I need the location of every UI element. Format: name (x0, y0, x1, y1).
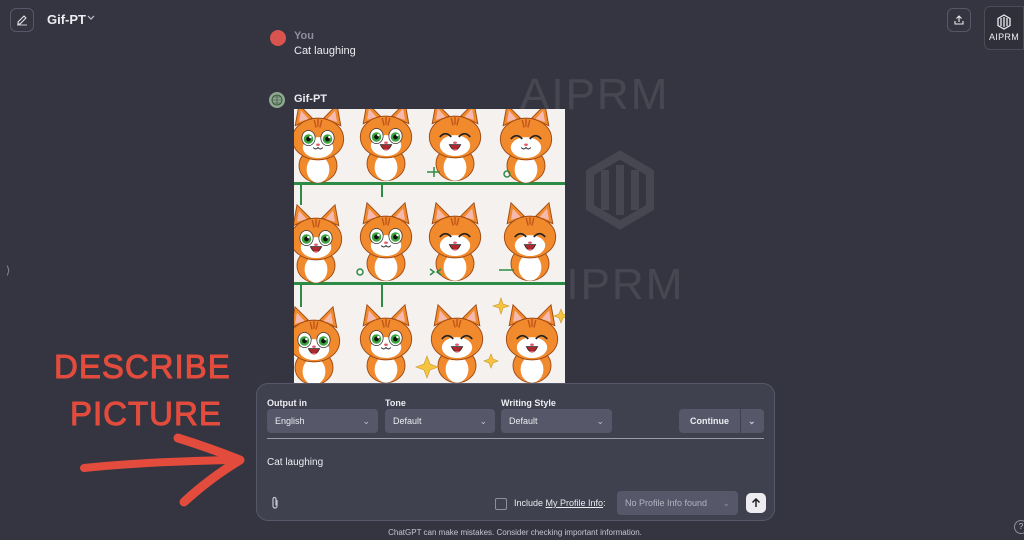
continue-label: Continue (690, 416, 729, 426)
model-selector-label[interactable]: Gif-PT (47, 12, 86, 27)
generated-image[interactable] (294, 109, 565, 384)
output-language-label: Output in (267, 398, 307, 408)
help-button[interactable]: ? (1014, 520, 1024, 534)
aiprm-logo-icon (997, 14, 1011, 30)
profile-info-select[interactable]: No Profile Info found ⌄ (617, 491, 738, 515)
chevron-down-icon: ⌄ (362, 416, 370, 426)
include-profile-text: Include My Profile Info: (514, 498, 606, 508)
aiprm-label: AIPRM (988, 32, 1019, 42)
output-language-select[interactable]: English ⌄ (267, 409, 378, 433)
writing-style-value: Default (509, 416, 538, 426)
continue-button[interactable]: Continue ⌄ (679, 409, 764, 433)
prompt-input[interactable]: Cat laughing (267, 457, 323, 468)
tone-label: Tone (385, 398, 406, 408)
attach-icon[interactable] (269, 496, 281, 510)
user-name: You (294, 30, 314, 42)
prompt-composer: Output in English ⌄ Tone Default ⌄ Writi… (256, 383, 775, 521)
share-button[interactable] (947, 8, 971, 32)
user-message: Cat laughing (294, 45, 356, 57)
assistant-name: Gif-PT (294, 93, 327, 105)
send-arrow-icon (751, 498, 761, 507)
top-bar: Gif-PT AIPRM (0, 0, 1024, 50)
continue-divider (740, 409, 741, 433)
include-profile-checkbox[interactable] (495, 498, 507, 510)
output-language-value: English (275, 416, 305, 426)
chevron-down-icon: ⌄ (596, 416, 604, 426)
tone-select[interactable]: Default ⌄ (385, 409, 495, 433)
chevron-down-icon[interactable]: ⌄ (748, 409, 756, 433)
composer-divider (267, 438, 764, 439)
send-button[interactable] (746, 493, 766, 513)
cat-sprite-sheet-image (294, 109, 565, 384)
aiprm-watermark-logo-icon (586, 150, 654, 230)
writing-style-label: Writing Style (501, 398, 556, 408)
sidebar-toggle-icon[interactable]: ⟩ (6, 264, 10, 277)
profile-info-value: No Profile Info found (625, 498, 708, 508)
chevron-down-icon[interactable] (87, 13, 95, 21)
share-icon (954, 15, 964, 25)
footer-disclaimer: ChatGPT can make mistakes. Consider chec… (388, 528, 642, 537)
assistant-avatar (269, 92, 285, 108)
chevron-down-icon: ⌄ (479, 416, 487, 426)
include-prefix: Include (514, 498, 546, 508)
chevron-down-icon: ⌄ (722, 498, 730, 508)
new-chat-button[interactable] (10, 8, 34, 32)
red-arrow-icon (80, 433, 245, 507)
globe-icon (271, 94, 283, 106)
user-avatar (270, 30, 286, 46)
edit-icon (17, 15, 27, 26)
annotation-picture: PICTURE (70, 395, 222, 433)
annotation-describe: DESCRIBE (54, 348, 231, 386)
writing-style-select[interactable]: Default ⌄ (501, 409, 612, 433)
my-profile-info-link[interactable]: My Profile Info (546, 498, 604, 508)
tone-value: Default (393, 416, 422, 426)
aiprm-panel-button[interactable]: AIPRM (984, 6, 1024, 50)
include-suffix: : (603, 498, 606, 508)
